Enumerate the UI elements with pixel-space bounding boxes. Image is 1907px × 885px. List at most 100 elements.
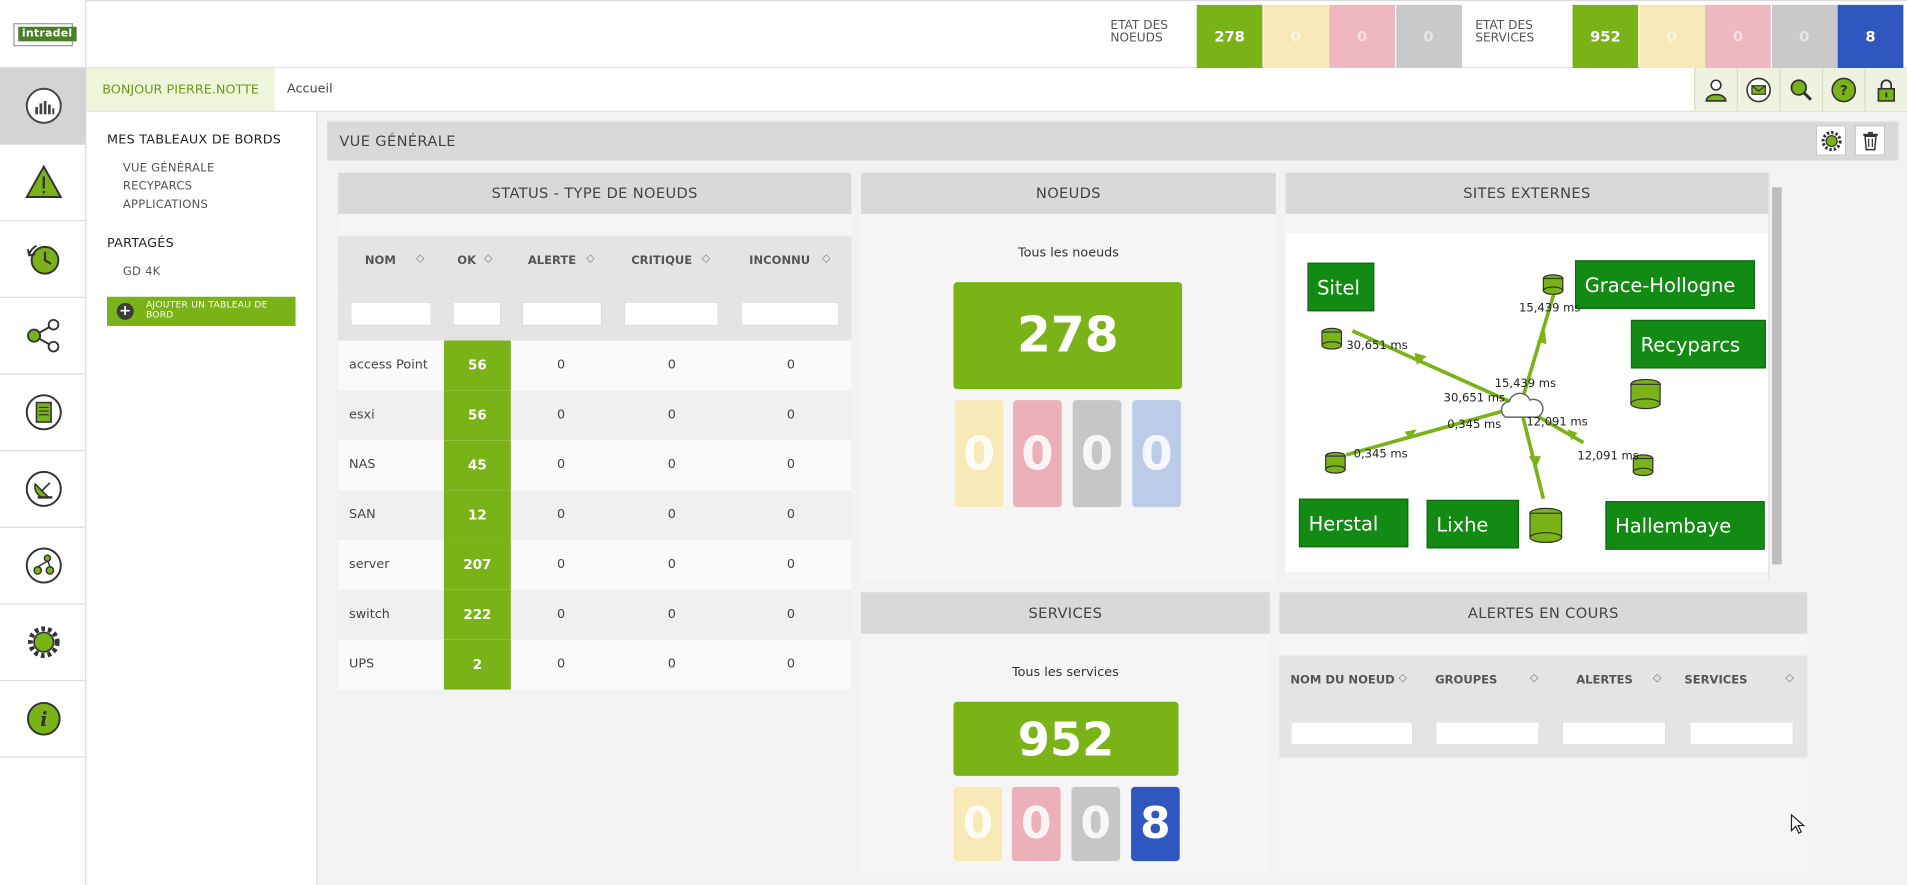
row-ok-count[interactable]: 2 xyxy=(443,639,511,690)
table-row[interactable]: switch 222 0 0 0 xyxy=(338,589,852,640)
filter-alertes-input[interactable] xyxy=(1561,721,1667,746)
nodes-mini-2[interactable]: 0 xyxy=(1072,400,1122,508)
svg-text:?: ? xyxy=(1840,83,1848,98)
row-critique-count: 0 xyxy=(667,357,676,373)
site-recyparcs[interactable]: Recyparcs xyxy=(1630,319,1766,369)
mail-button[interactable] xyxy=(1736,68,1780,111)
col-critique[interactable]: CRITIQUE xyxy=(631,254,692,267)
services-count-0[interactable]: 952 xyxy=(1572,4,1639,69)
row-alerte-count: 0 xyxy=(557,656,566,672)
nav-item-recyparcs[interactable]: RECYPARCS xyxy=(123,180,192,193)
services-count-1[interactable]: 0 xyxy=(1638,4,1705,69)
rail-item-info[interactable]: i xyxy=(0,681,87,758)
dashboard-delete-button[interactable] xyxy=(1854,125,1886,156)
services-count-4[interactable]: 8 xyxy=(1837,4,1904,69)
sort-icon[interactable]: ◇ xyxy=(1530,673,1538,685)
row-inconnu-count: 0 xyxy=(786,656,796,672)
site-herstal[interactable]: Herstal xyxy=(1298,498,1409,548)
rail-item-network[interactable] xyxy=(0,298,87,375)
nodes-mini-0[interactable]: 0 xyxy=(954,400,1004,508)
row-inconnu-count: 0 xyxy=(786,606,796,622)
filter-alerte-input[interactable] xyxy=(521,301,603,326)
sort-icon[interactable]: ◇ xyxy=(484,253,492,265)
services-count-2[interactable]: 0 xyxy=(1705,4,1771,69)
nodes-count-0[interactable]: 278 xyxy=(1196,4,1263,69)
services-mini-2[interactable]: 0 xyxy=(1071,786,1121,862)
rail-item-alerts[interactable] xyxy=(0,145,87,222)
sort-icon[interactable]: ◇ xyxy=(1653,673,1661,685)
nav-item-gd4k[interactable]: GD 4K xyxy=(123,265,161,278)
row-ok-count[interactable]: 56 xyxy=(443,390,511,441)
filter-ok-input[interactable] xyxy=(452,301,502,326)
sort-icon[interactable]: ◇ xyxy=(586,253,594,265)
site-lixhe[interactable]: Lixhe xyxy=(1426,499,1520,549)
nodes-mini-3[interactable]: 0 xyxy=(1132,400,1181,508)
filter-inconnu-input[interactable] xyxy=(740,301,840,326)
nodes-count-2[interactable]: 0 xyxy=(1329,4,1395,69)
nodes-count-3[interactable]: 0 xyxy=(1395,4,1462,69)
user-button[interactable] xyxy=(1694,68,1737,111)
row-ok-count[interactable]: 222 xyxy=(443,589,511,640)
lock-button[interactable] xyxy=(1864,68,1907,111)
scrollbar-thumb[interactable] xyxy=(1772,187,1782,565)
table-row[interactable]: server 207 0 0 0 xyxy=(338,539,852,590)
table-row[interactable]: esxi 56 0 0 0 xyxy=(338,390,852,441)
filter-critique-input[interactable] xyxy=(623,301,719,326)
rail-item-workflow[interactable] xyxy=(0,528,87,605)
col-nom[interactable]: NOM xyxy=(365,254,396,267)
col-alertes[interactable]: ALERTES xyxy=(1576,674,1633,687)
nodes-mini-1[interactable]: 0 xyxy=(1013,400,1062,508)
rail-item-dashboard[interactable] xyxy=(0,68,87,145)
col-nom-du-noeud[interactable]: NOM DU NOEUD xyxy=(1290,674,1394,687)
sort-icon[interactable]: ◇ xyxy=(1785,673,1793,685)
latency-label: 12,091 ms xyxy=(1526,415,1588,430)
table-row[interactable]: UPS 2 0 0 0 xyxy=(338,639,852,690)
services-mini-3[interactable]: 8 xyxy=(1131,786,1180,862)
services-count-3[interactable]: 0 xyxy=(1771,4,1838,69)
site-sitel[interactable]: Sitel xyxy=(1307,262,1375,312)
sort-icon[interactable]: ◇ xyxy=(416,253,424,265)
table-row[interactable]: access Point 56 0 0 0 xyxy=(338,340,852,391)
filter-nom-du-noeud-input[interactable] xyxy=(1290,721,1414,746)
breadcrumb[interactable]: Accueil xyxy=(287,81,333,96)
site-hallembaye[interactable]: Hallembaye xyxy=(1605,501,1765,550)
add-dashboard-button[interactable]: + AJOUTER UN TABLEAU DE BORD xyxy=(107,296,296,326)
rail-item-reports[interactable] xyxy=(0,375,87,452)
sort-icon[interactable]: ◇ xyxy=(702,253,710,265)
rail-item-satellite[interactable] xyxy=(0,451,87,528)
rail-item-history[interactable] xyxy=(0,221,87,298)
table-row[interactable]: SAN 12 0 0 0 xyxy=(338,490,852,540)
help-icon: ? xyxy=(1831,77,1857,102)
dashboard-settings-button[interactable] xyxy=(1815,125,1847,156)
row-ok-count[interactable]: 12 xyxy=(443,490,511,540)
row-alerte-count: 0 xyxy=(557,457,566,472)
nav-item-applications[interactable]: APPLICATIONS xyxy=(123,198,208,211)
site-grace-hollogne[interactable]: Grace-Hollogne xyxy=(1574,260,1755,309)
col-services[interactable]: SERVICES xyxy=(1684,674,1747,687)
row-ok-count[interactable]: 207 xyxy=(443,539,511,590)
nav-item-vue-generale[interactable]: VUE GÉNÉRALE xyxy=(123,162,215,175)
help-button[interactable]: ? xyxy=(1821,68,1865,111)
col-groupes[interactable]: GROUPES xyxy=(1435,674,1497,687)
row-ok-count[interactable]: 56 xyxy=(443,340,511,391)
table-row[interactable]: NAS 45 0 0 0 xyxy=(338,440,852,491)
sort-icon[interactable]: ◇ xyxy=(822,253,830,265)
col-ok[interactable]: OK xyxy=(457,254,476,267)
col-alerte[interactable]: ALERTE xyxy=(528,254,576,267)
search-button[interactable] xyxy=(1779,68,1822,111)
services-mini-1[interactable]: 0 xyxy=(1011,786,1061,862)
filter-services-input[interactable] xyxy=(1689,721,1794,746)
logo[interactable]: intradel xyxy=(0,0,87,69)
filter-nom-input[interactable] xyxy=(350,301,432,326)
rail-item-settings[interactable] xyxy=(0,604,87,682)
main-content: VUE GÉNÉRALE STATUS - TYPE DE NOEUDS NOM… xyxy=(317,111,1907,885)
nodes-count-1[interactable]: 0 xyxy=(1263,4,1329,69)
col-inconnu[interactable]: INCONNU xyxy=(749,254,810,267)
sites-scrollbar[interactable] xyxy=(1768,172,1783,579)
row-ok-count[interactable]: 45 xyxy=(443,440,511,491)
filter-groupes-input[interactable] xyxy=(1435,721,1540,746)
nodes-total[interactable]: 278 xyxy=(953,282,1183,390)
sort-icon[interactable]: ◇ xyxy=(1399,673,1407,685)
services-mini-0[interactable]: 0 xyxy=(953,786,1003,862)
services-total[interactable]: 952 xyxy=(953,701,1179,776)
